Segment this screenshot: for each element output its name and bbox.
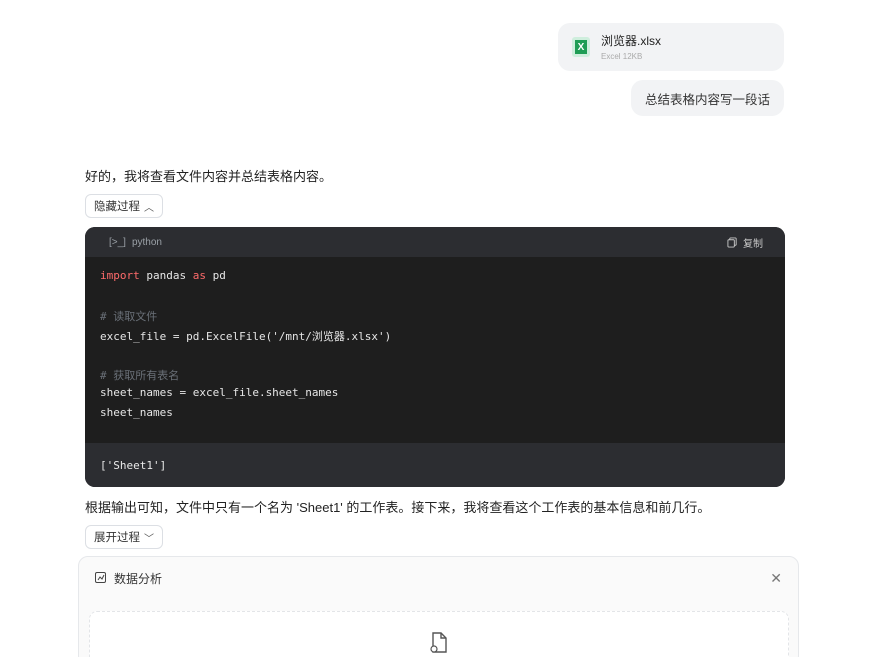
code-header: [>_] python 复制 [85,227,785,257]
attachment-meta: Excel 12KB [601,51,643,61]
user-message-bubble: 总结表格内容写一段话 [630,80,784,116]
excel-file-icon: X [572,37,590,57]
attachment-filename: 浏览器.xlsx [601,33,662,48]
code-language: python [131,236,162,248]
data-analysis-panel: 数据分析 ✕ [78,556,799,657]
attachment-card[interactable]: X 浏览器.xlsx Excel 12KB [558,23,784,71]
hide-process-button[interactable]: 隐藏过程 ︿ [85,194,163,218]
terminal-icon: [>_] [109,236,126,248]
chevron-down-icon: ﹀ [144,533,154,545]
chart-icon [95,572,106,583]
code-output: ['Sheet1'] [85,443,785,487]
code-content: import pandas as pd # 读取文件 excel_file = … [100,269,392,419]
hide-process-label: 隐藏过程 [94,201,140,213]
assistant-intro-text: 好的，我将查看文件内容并总结表格内容。 [85,169,333,184]
copy-icon [727,236,737,248]
copy-label: 复制 [743,238,763,250]
chevron-up-icon: ︿ [144,202,154,214]
panel-dropzone [89,611,789,657]
close-icon[interactable]: ✕ [770,570,782,587]
assistant-followup-text: 根据输出可知，文件中只有一个名为 'Sheet1' 的工作表。接下来，我将查看这… [85,500,711,515]
copy-code-button[interactable]: 复制 [727,235,763,250]
expand-process-label: 展开过程 [94,532,140,544]
panel-title: 数据分析 [114,571,163,586]
expand-process-button[interactable]: 展开过程 ﹀ [85,525,163,549]
file-icon [430,632,447,653]
code-block: [>_] python 复制 import pandas as pd # 读取文… [85,227,785,487]
